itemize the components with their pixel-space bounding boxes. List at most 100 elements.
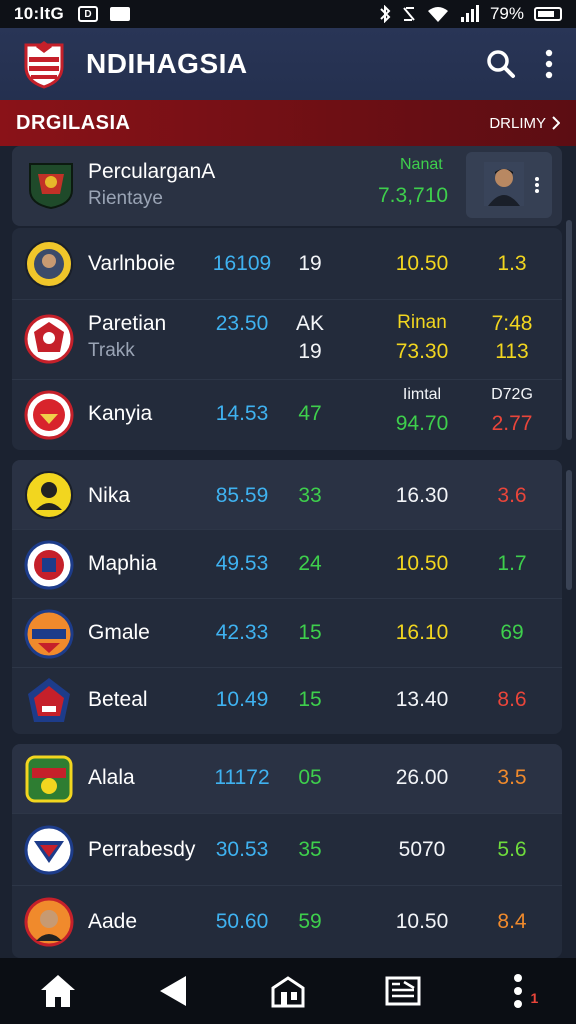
avatar — [484, 162, 524, 206]
home-icon — [40, 975, 75, 1007]
stat-1: 50.60 — [215, 910, 269, 933]
team-crest-icon — [24, 609, 74, 659]
stat-1: 16109 — [212, 252, 272, 275]
featured-name: PercularganA — [88, 160, 216, 183]
section-header: DRGILASIA DRLIMY — [0, 100, 576, 146]
back-icon — [159, 976, 186, 1006]
stat-1: 30.53 — [215, 838, 269, 861]
table-row[interactable]: Varlnboie 16109 19 10.50 1.3 — [12, 228, 562, 300]
search-icon[interactable] — [486, 49, 516, 79]
stat-4: 8.4 — [497, 910, 527, 933]
stat-4b: 2.77 — [491, 412, 533, 435]
featured-value-label: Nanat — [400, 156, 443, 173]
section-title: DRGILASIA — [16, 111, 131, 134]
section-more-label: DRLIMY — [489, 114, 546, 132]
table-row[interactable]: Perrabesdy 30.53 35 5070 5.6 — [12, 814, 562, 886]
stat-2a: AK — [295, 312, 324, 335]
stat-2: 15 — [298, 621, 322, 644]
stat-2: 19 — [298, 252, 322, 275]
stat-3b: 73.30 — [395, 340, 449, 363]
more-vert-icon[interactable] — [534, 176, 540, 194]
standings-group-1: Varlnboie 16109 19 10.50 1.3 Paretian Tr… — [12, 228, 562, 450]
table-row[interactable]: Alala 11172 05 26.00 3.5 — [12, 744, 562, 814]
scrollbar-thumb[interactable] — [566, 470, 572, 590]
status-time: 10:ltG — [14, 4, 64, 23]
team-crest-icon — [29, 163, 73, 210]
team-crest-icon — [25, 755, 73, 803]
team-logo-icon[interactable] — [22, 39, 66, 89]
stat-4: 69 — [500, 621, 524, 644]
team-crest-icon — [24, 540, 74, 590]
app-root: 10:ltG D 79% NDIHAGSIA DRGILASIA DRLIMY … — [0, 0, 576, 1024]
signal-icon — [460, 5, 479, 22]
stat-1: 42.33 — [215, 621, 269, 644]
team-name: Paretian — [88, 312, 167, 335]
nav-badge: 1 — [530, 990, 539, 1006]
featured-avatar-panel[interactable] — [466, 152, 552, 218]
message-icon — [109, 7, 130, 21]
team-crest-icon — [25, 240, 73, 288]
stat-1: 14.53 — [215, 402, 269, 425]
team-crest-icon — [24, 314, 74, 364]
battery-percent: 79% — [489, 4, 524, 23]
stat-3: 16.10 — [395, 621, 449, 644]
nav-stadium[interactable] — [258, 966, 318, 1016]
stat-2: 24 — [298, 552, 322, 575]
scrollbar[interactable] — [566, 220, 572, 440]
team-name: Nika — [88, 484, 131, 507]
newspaper-icon — [385, 976, 421, 1006]
table-row[interactable]: Paretian Trakk 23.50 AK 19 Rinan 73.30 7… — [12, 300, 562, 380]
table-row[interactable]: Maphia 49.53 24 10.50 1.7 — [12, 530, 562, 599]
stat-1: 11172 — [214, 766, 270, 789]
stat-3: 26.00 — [395, 766, 449, 789]
stat-3a: Rinan — [397, 312, 447, 333]
team-crest-icon — [24, 825, 74, 875]
table-row[interactable]: Gmale 42.33 15 16.10 69 — [12, 599, 562, 668]
stat-3: 13.40 — [395, 688, 449, 711]
stat-2: 15 — [298, 688, 322, 711]
featured-value: 7.3,710 — [378, 184, 449, 207]
featured-subtitle: Rientaye — [88, 188, 163, 209]
battery-icon — [534, 7, 562, 21]
stat-3: 5070 — [398, 838, 446, 861]
team-crest-icon — [25, 471, 73, 519]
more-vert-icon[interactable] — [544, 49, 554, 79]
nav-news[interactable] — [373, 966, 433, 1016]
stat-4: 8.6 — [497, 688, 527, 711]
stat-2: 05 — [298, 766, 322, 789]
team-crest-icon — [24, 390, 74, 440]
app-title: NDIHAGSIA — [86, 48, 248, 79]
team-crest-icon — [28, 678, 70, 722]
bottom-navigation: 1 — [0, 958, 576, 1024]
team-crest-icon — [24, 897, 74, 947]
stat-3: 10.50 — [395, 552, 449, 575]
nav-home[interactable] — [28, 966, 88, 1016]
notification-icon: D — [77, 6, 98, 22]
team-subtitle: Trakk — [88, 340, 135, 361]
nav-back[interactable] — [143, 966, 203, 1016]
bluetooth-icon — [380, 5, 391, 23]
team-name: Aade — [88, 910, 138, 933]
table-row[interactable]: Aade 50.60 59 10.50 8.4 — [12, 886, 562, 958]
stat-3: 10.50 — [395, 252, 449, 275]
status-icons: 79% — [378, 4, 562, 24]
stat-2b: 19 — [298, 340, 322, 363]
stat-1: 85.59 — [215, 484, 269, 507]
stat-2: 35 — [298, 838, 322, 861]
featured-card[interactable]: PercularganA Rientaye Nanat 7.3,710 — [12, 146, 562, 226]
team-name: Gmale — [88, 621, 150, 644]
more-vert-icon — [514, 974, 523, 1008]
table-row[interactable]: Beteal 10.49 15 13.40 8.6 — [12, 668, 562, 734]
section-more-link[interactable]: DRLIMY — [489, 115, 560, 132]
team-name: Varlnboie — [88, 252, 176, 275]
stadium-icon — [271, 976, 305, 1008]
stat-4a: D72G — [491, 386, 533, 403]
table-row[interactable]: Nika 85.59 33 16.30 3.6 — [12, 460, 562, 530]
nav-more[interactable]: 1 — [488, 966, 548, 1016]
stat-4: 1.3 — [497, 252, 527, 275]
app-header: NDIHAGSIA — [0, 28, 576, 100]
stat-4b: 113 — [495, 340, 529, 363]
table-row[interactable]: Kanyia 14.53 47 Iimtal 94.70 D72G 2.77 — [12, 380, 562, 450]
team-name: Maphia — [88, 552, 157, 575]
stat-3: 16.30 — [395, 484, 449, 507]
